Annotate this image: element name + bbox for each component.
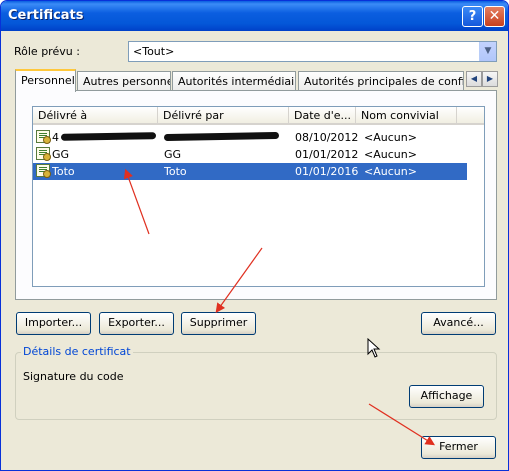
tab-strip: Personnel Autres personnes Autorités int… [15,69,498,92]
purpose-label: Rôle prévu : [14,45,80,58]
tab-autorites-principales[interactable]: Autorités principales de confiance [298,71,464,91]
certificate-icon [36,130,51,144]
column-nom-convivial[interactable]: Nom convivial [356,107,457,123]
intended-purpose-text: Signature du code [23,370,124,383]
view-button[interactable]: Affichage [409,385,484,408]
cell-issued-to: GG [52,148,70,161]
certificate-icon [36,147,51,161]
redaction-scribble [60,132,157,141]
column-delivre-a[interactable]: Délivré à [33,107,158,123]
title-bar[interactable]: Certificats ? ✕ [1,1,508,31]
tab-autorites-intermediaires[interactable]: Autorités intermédiaires [172,71,296,91]
table-row[interactable]: GG GG 01/01/2012 <Aucun> [33,146,484,163]
cell-issued-by: Toto [164,165,187,178]
purpose-dropdown[interactable]: <Tout> ▼ [128,41,497,62]
tab-personnel[interactable]: Personnel [15,69,76,92]
table-row-selected[interactable]: Toto Toto 01/01/2016 <Aucun> [33,163,484,180]
import-button[interactable]: Importer... [16,312,91,335]
help-button[interactable]: ? [462,6,483,27]
export-button[interactable]: Exporter... [99,312,174,335]
cell-friendly-name: <Aucun> [364,165,417,178]
cell-date: 01/01/2012 [295,148,359,161]
chevron-down-icon[interactable]: ▼ [479,42,496,61]
tab-scroll-right-icon[interactable]: ▶ [482,71,498,87]
certificate-list[interactable]: Délivré à Délivré par Date d'e... Nom co… [32,106,485,287]
advanced-button[interactable]: Avancé... [421,312,496,335]
cell-friendly-name: <Aucun> [364,131,417,144]
tab-autres-personnes[interactable]: Autres personnes [77,71,171,91]
cell-date: 08/10/2012 [295,131,359,144]
column-date-expiration[interactable]: Date d'e... [289,107,356,123]
cell-issued-to: Toto [52,165,75,178]
table-row[interactable]: 4 08/10/2012 <Aucun> [33,129,484,146]
certificate-icon [36,164,51,178]
list-header: Délivré à Délivré par Date d'e... Nom co… [33,107,484,125]
certificates-dialog: Certificats ? ✕ Rôle prévu : <Tout> ▼ Pe… [0,0,509,471]
cell-issued-by: GG [164,148,182,161]
redaction-scribble [163,131,280,142]
certificate-details-title: Détails de certificat [21,345,133,358]
cell-date: 01/01/2016 [295,165,359,178]
remove-button[interactable]: Supprimer [181,312,256,335]
window-title: Certificats [8,8,84,23]
cell-issued-to: 4 [52,131,59,144]
cell-friendly-name: <Aucun> [364,148,417,161]
tab-scroll-left-icon[interactable]: ◀ [466,71,482,87]
purpose-selected-value: <Tout> [133,45,175,58]
close-button[interactable]: Fermer [421,436,496,459]
column-delivre-par[interactable]: Délivré par [158,107,289,123]
mouse-cursor-icon [367,338,381,358]
close-window-button[interactable]: ✕ [484,6,505,27]
tab-panel: Délivré à Délivré par Date d'e... Nom co… [15,90,497,300]
